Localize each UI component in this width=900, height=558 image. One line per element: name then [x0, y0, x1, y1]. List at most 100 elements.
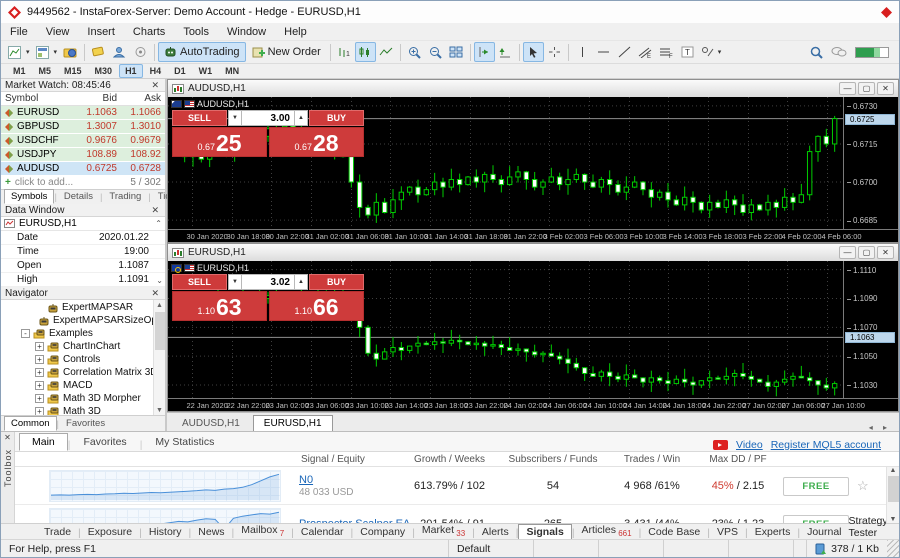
timeframe-d1[interactable]: D1 — [168, 64, 192, 78]
expand-icon[interactable]: + — [35, 381, 44, 390]
toolbox-tab-main[interactable]: Main — [19, 433, 68, 451]
new-order-button[interactable]: New Order — [246, 42, 327, 62]
autotrading-button[interactable]: AutoTrading — [158, 42, 246, 62]
signal-name-link[interactable]: N0 — [299, 474, 353, 486]
navigator-item[interactable]: ExpertMAPSARSizeOptim — [1, 314, 165, 327]
buy-price[interactable]: 1.1066 — [269, 291, 364, 321]
toolbox-tab-my-statistics[interactable]: My Statistics — [142, 433, 227, 451]
chat-icon[interactable] — [831, 46, 847, 58]
bottom-tab-history[interactable]: History — [142, 525, 189, 539]
navigator-scrollbar[interactable]: ▲ ▼ — [153, 300, 165, 415]
navigator-header[interactable]: Navigator ✕ — [1, 287, 165, 300]
minimize-icon[interactable]: — — [839, 82, 856, 95]
menu-view[interactable]: View — [37, 25, 79, 39]
cursor-button[interactable] — [523, 42, 544, 62]
menu-insert[interactable]: Insert — [78, 25, 124, 39]
menu-tools[interactable]: Tools — [174, 25, 218, 39]
scroll-up-icon[interactable]: ▲ — [890, 467, 897, 474]
vertical-line-button[interactable] — [572, 42, 593, 62]
search-icon[interactable] — [810, 46, 823, 59]
expand-icon[interactable]: + — [35, 407, 44, 415]
candlestick-mode-button[interactable] — [355, 42, 376, 62]
navigator-user-button[interactable] — [109, 42, 130, 62]
buy-button[interactable]: BUY — [309, 110, 364, 126]
bottom-tab-code-base[interactable]: Code Base — [641, 525, 707, 539]
bottom-tab-articles[interactable]: Articles 661 — [575, 523, 639, 539]
data-window-symbol-row[interactable]: EURUSD,H1 ⌃ — [1, 217, 165, 231]
chart-tab-eurusd-h1[interactable]: EURUSD,H1 — [253, 415, 333, 432]
horizontal-line-button[interactable] — [593, 42, 614, 62]
market-watch-row[interactable]: EURUSD1.10631.1066 — [1, 106, 165, 120]
maximize-icon[interactable]: ▢ — [858, 82, 875, 95]
header-trades-win[interactable]: Trades / Win — [603, 454, 701, 465]
signal-row[interactable]: Prospector Scalper EA201.54% / 912653 43… — [15, 505, 899, 523]
bottom-tab-signals[interactable]: Signals — [518, 524, 571, 539]
bottom-tab-company[interactable]: Company — [353, 525, 412, 539]
navigator-item[interactable]: +Math 3D — [1, 405, 165, 415]
zoom-out-button[interactable] — [425, 42, 446, 62]
tab-trading[interactable]: Trading — [102, 189, 148, 204]
scroll-down-icon[interactable]: ▼ — [156, 405, 163, 415]
timeframe-mn[interactable]: MN — [219, 64, 245, 78]
volume-increase-button[interactable]: ▲ — [294, 110, 308, 126]
chart-shift-button[interactable] — [474, 42, 495, 62]
favorite-star-icon[interactable]: ☆ — [857, 516, 881, 523]
chart-tab-audusd-h1[interactable]: AUDUSD,H1 — [171, 415, 251, 432]
navigator-item[interactable]: +Controls — [1, 353, 165, 366]
chart-window-titlebar[interactable]: AUDUSD,H1—▢✕ — [168, 80, 898, 97]
tab-common[interactable]: Common — [4, 416, 57, 431]
bottom-tab-journal[interactable]: Journal — [800, 525, 848, 539]
expand-icon[interactable]: + — [35, 394, 44, 403]
timeframe-h4[interactable]: H4 — [144, 64, 168, 78]
market-watch-row[interactable]: AUDUSD0.67250.6728 — [1, 162, 165, 176]
expand-icon[interactable]: + — [35, 342, 44, 351]
signal-name-link[interactable]: Prospector Scalper EA — [299, 518, 410, 523]
status-profile[interactable]: Default — [449, 540, 534, 557]
navigator-item[interactable]: +Correlation Matrix 3D — [1, 366, 165, 379]
chart-plot[interactable]: EURUSD,H1SELL▼3.02▲BUY1.10631.1066 — [168, 261, 844, 398]
bottom-tab-mailbox[interactable]: Mailbox 7 — [234, 523, 291, 539]
timeframe-m1[interactable]: M1 — [7, 64, 32, 78]
close-icon[interactable]: ✕ — [149, 205, 161, 216]
volume-decrease-button[interactable]: ▼ — [228, 274, 242, 290]
tab-symbols[interactable]: Symbols — [4, 189, 54, 204]
scroll-down-icon[interactable]: ⌄ — [156, 276, 163, 285]
text-label-button[interactable]: T — [677, 42, 698, 62]
line-chart-mode-button[interactable] — [376, 42, 397, 62]
auto-scroll-button[interactable] — [495, 42, 516, 62]
tile-windows-button[interactable] — [446, 42, 467, 62]
menu-help[interactable]: Help — [275, 25, 316, 39]
minimize-icon[interactable]: — — [839, 246, 856, 259]
bottom-tab-market[interactable]: Market 33 — [415, 523, 472, 539]
menu-window[interactable]: Window — [218, 25, 275, 39]
header-maxdd-pf[interactable]: Max DD / PF — [701, 454, 775, 465]
fibonacci-button[interactable]: F — [656, 42, 677, 62]
scrollbar-thumb[interactable] — [155, 312, 165, 350]
tab-favorites[interactable]: Favorites — [59, 416, 112, 431]
timeframe-m15[interactable]: M15 — [58, 64, 88, 78]
expand-icon[interactable]: + — [35, 368, 44, 377]
column-ask[interactable]: Ask — [117, 93, 161, 104]
crosshair-button[interactable] — [544, 42, 565, 62]
buy-button[interactable]: BUY — [309, 274, 364, 290]
chart-plot[interactable]: AUDUSD,H1SELL▼3.00▲BUY0.67250.6728 — [168, 97, 844, 229]
data-window-header[interactable]: Data Window ✕ — [1, 204, 165, 217]
scroll-down-icon[interactable]: ▼ — [890, 516, 897, 523]
scroll-up-icon[interactable]: ▲ — [156, 300, 163, 310]
navigator-item[interactable]: ExpertMAPSAR — [1, 301, 165, 314]
signal-button[interactable] — [130, 42, 151, 62]
close-icon[interactable]: ✕ — [149, 288, 161, 299]
youtube-icon[interactable] — [713, 440, 728, 450]
register-mql5-link[interactable]: Register MQL5 account — [771, 439, 881, 451]
buy-price[interactable]: 0.6728 — [269, 127, 364, 157]
navigator-item[interactable]: +ChartInChart — [1, 340, 165, 353]
market-watch-button[interactable] — [88, 42, 109, 62]
profiles-button[interactable]: ▾ — [33, 42, 61, 62]
free-button[interactable]: FREE — [783, 477, 848, 496]
timeframe-h1[interactable]: H1 — [119, 64, 143, 78]
collapse-icon[interactable]: - — [21, 329, 30, 338]
sell-price[interactable]: 1.1063 — [172, 291, 267, 321]
bottom-tab-trade[interactable]: Trade — [37, 525, 78, 539]
bottom-tab-experts[interactable]: Experts — [748, 525, 798, 539]
title-bar[interactable]: 9449562 - InstaForex-Server: Demo Accoun… — [1, 1, 899, 23]
